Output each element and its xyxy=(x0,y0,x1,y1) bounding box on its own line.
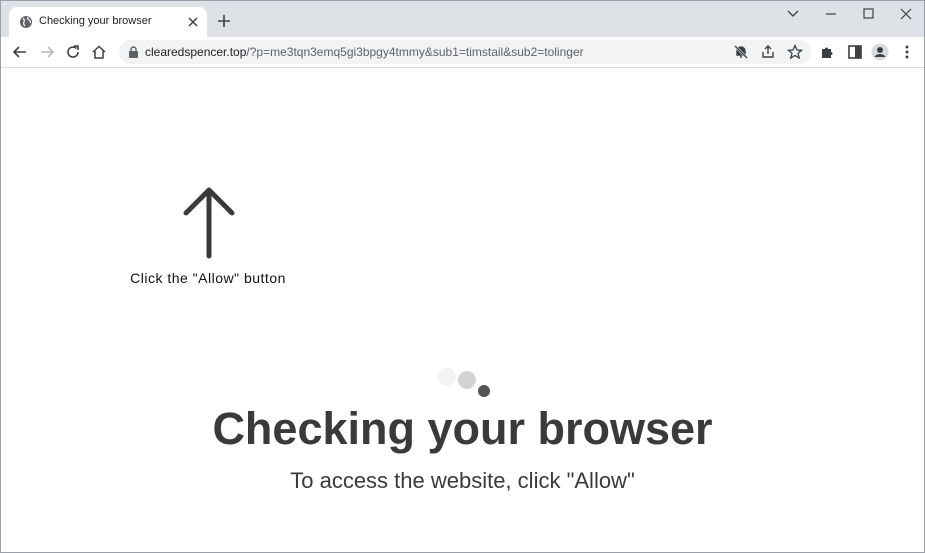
kebab-menu-icon[interactable] xyxy=(898,43,916,61)
url-text[interactable]: clearedspencer.top/?p=me3tqn3emq5gi3bpgy… xyxy=(145,45,584,59)
home-icon[interactable] xyxy=(90,43,108,61)
tab-search-icon[interactable] xyxy=(781,6,805,22)
loading-spinner-icon xyxy=(438,368,490,397)
url-path: /?p=me3tqn3emq5gi3bpgy4tmmy&sub1=timstai… xyxy=(246,45,584,59)
bell-slash-icon[interactable] xyxy=(733,44,749,60)
tab-strip: Checking your browser xyxy=(1,1,924,37)
maximize-icon[interactable] xyxy=(856,6,880,22)
forward-arrow-icon[interactable] xyxy=(38,43,56,61)
page-content: Click the "Allow" button Checking your b… xyxy=(1,68,924,552)
allow-hint-text: Click the "Allow" button xyxy=(130,270,286,286)
back-arrow-icon[interactable] xyxy=(11,43,29,61)
toolbar: clearedspencer.top/?p=me3tqn3emq5gi3bpgy… xyxy=(1,37,924,68)
browser-window: Checking your browser clearedspencer.top… xyxy=(0,0,925,553)
new-tab-button[interactable] xyxy=(215,12,233,30)
page-subheading: To access the website, click "Allow" xyxy=(290,468,635,493)
page-heading: Checking your browser xyxy=(212,403,713,454)
profile-icon[interactable] xyxy=(871,43,889,61)
arrow-up-icon xyxy=(183,187,235,259)
globe-icon xyxy=(20,16,32,28)
close-tab-icon[interactable] xyxy=(186,15,200,29)
close-window-icon[interactable] xyxy=(894,6,918,22)
tab-active[interactable]: Checking your browser xyxy=(9,7,207,37)
reload-icon[interactable] xyxy=(64,43,82,61)
share-icon[interactable] xyxy=(760,44,776,60)
star-icon[interactable] xyxy=(787,44,803,60)
tab-title: Checking your browser xyxy=(39,15,152,27)
url-host: clearedspencer.top xyxy=(145,45,247,59)
address-bar[interactable]: clearedspencer.top/?p=me3tqn3emq5gi3bpgy… xyxy=(119,40,811,64)
lock-icon[interactable] xyxy=(128,46,139,58)
minimize-icon[interactable] xyxy=(819,6,843,22)
side-panel-icon[interactable] xyxy=(846,43,864,61)
puzzle-icon[interactable] xyxy=(819,43,837,61)
